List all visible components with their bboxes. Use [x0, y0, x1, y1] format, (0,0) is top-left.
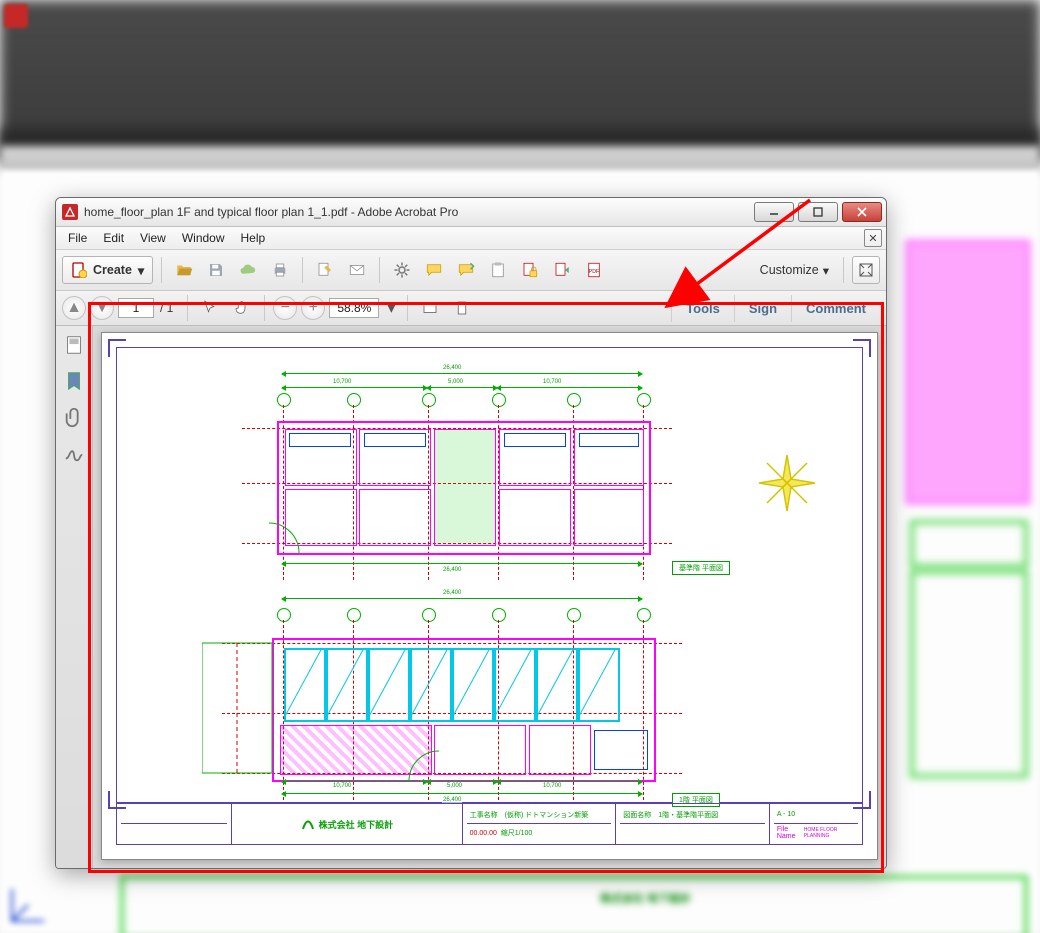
dim	[282, 793, 642, 794]
share-icon[interactable]	[452, 256, 480, 284]
page-total: / 1	[158, 301, 179, 315]
grid-bubble	[422, 393, 436, 407]
customize-label: Customize	[760, 263, 819, 277]
chevron-down-icon: ▾	[138, 263, 144, 278]
grid-bubble	[567, 608, 581, 622]
menu-file[interactable]: File	[60, 229, 95, 247]
close-document-button[interactable]: ✕	[864, 229, 882, 247]
export-pdf-icon[interactable]	[548, 256, 576, 284]
grid-bubble	[277, 393, 291, 407]
fit-width-button[interactable]	[416, 294, 444, 322]
lock-pdf-icon[interactable]	[516, 256, 544, 284]
comment-pane[interactable]: Comment	[791, 295, 880, 322]
dim-text: 5,000	[447, 379, 464, 385]
titleblock-company: 株式会社 地下設計	[232, 804, 462, 844]
dim	[497, 387, 642, 388]
titleblock: 株式会社 地下設計 工事名称 (仮称) ドトマンション新築 00.00.00 縮…	[116, 803, 863, 845]
window-title: home_floor_plan 1F and typical floor pla…	[84, 205, 744, 219]
dim	[282, 598, 642, 599]
dim-overall	[282, 373, 642, 374]
zoom-dropdown[interactable]: ▾	[383, 298, 399, 318]
dim-text: 26,400	[442, 590, 462, 596]
grid-bubble	[422, 608, 436, 622]
pdf-page[interactable]: 26,400 10,700 5,000 10,700	[101, 332, 878, 860]
page-down-button[interactable]: ▼	[90, 296, 114, 320]
menubar: File Edit View Window Help ✕	[56, 227, 886, 250]
parking-hatch	[284, 648, 616, 718]
create-button[interactable]: Create ▾	[62, 256, 153, 284]
dim-text: 26,400	[442, 567, 462, 573]
menu-window[interactable]: Window	[174, 229, 233, 247]
zoom-input[interactable]	[329, 298, 379, 318]
grid-bubble	[492, 393, 506, 407]
grid-bubble	[567, 393, 581, 407]
tools-pane[interactable]: Tools	[671, 295, 734, 322]
titlebar[interactable]: home_floor_plan 1F and typical floor pla…	[56, 198, 886, 227]
dim-text: 10,700	[332, 379, 352, 385]
create-label: Create	[93, 263, 132, 277]
email-button[interactable]	[343, 256, 371, 284]
north-arrow	[757, 453, 817, 513]
dim-text: 10,700	[542, 379, 562, 385]
page-number-input[interactable]	[118, 298, 154, 318]
comment-icon[interactable]	[420, 256, 448, 284]
bookmarks-icon[interactable]	[63, 370, 85, 392]
minimize-button[interactable]	[754, 202, 794, 222]
save-button[interactable]	[202, 256, 230, 284]
door-swing	[264, 518, 304, 558]
plan-title: 基準階 平面図	[672, 561, 730, 575]
open-button[interactable]	[170, 256, 198, 284]
autocad-app-icon	[4, 4, 28, 28]
gear-icon[interactable]	[388, 256, 416, 284]
menu-view[interactable]: View	[132, 229, 174, 247]
thumbnails-icon[interactable]	[63, 334, 85, 356]
sign-pane[interactable]: Sign	[734, 295, 791, 322]
cloud-button[interactable]	[234, 256, 262, 284]
signatures-icon[interactable]	[63, 442, 85, 464]
dim-text: 26,400	[442, 365, 462, 371]
print-button[interactable]	[266, 256, 294, 284]
grid-bubble	[347, 393, 361, 407]
first-floor-plan	[272, 638, 656, 782]
svg-text:PDF: PDF	[589, 269, 600, 275]
customize-menu[interactable]: Customize ▾	[754, 263, 835, 278]
zoom-in-button[interactable]: +	[301, 296, 325, 320]
page-up-button[interactable]: ▲	[62, 296, 86, 320]
grid-bubble	[347, 608, 361, 622]
main-toolbar: Create ▾ PDF Customize ▾	[56, 250, 886, 291]
close-button[interactable]	[842, 202, 882, 222]
acrobat-window: home_floor_plan 1F and typical floor pla…	[55, 197, 887, 869]
task-panes: Tools Sign Comment	[671, 295, 880, 322]
edit-icon[interactable]	[311, 256, 339, 284]
dim	[282, 563, 642, 564]
clipboard-icon[interactable]	[484, 256, 512, 284]
acrobat-app-icon	[62, 204, 78, 220]
hand-tool[interactable]	[228, 294, 256, 322]
pdf-icon[interactable]: PDF	[580, 256, 608, 284]
driveway	[202, 633, 282, 783]
read-mode-button[interactable]	[852, 256, 880, 284]
dim	[427, 387, 497, 388]
grid-bubble	[637, 393, 651, 407]
upper-floor-plan	[277, 421, 651, 555]
secondary-toolbar: ▲ ▼ / 1 − + ▾ Tools Sign Comment	[56, 291, 886, 326]
navigation-pane	[56, 326, 93, 868]
zoom-out-button[interactable]: −	[273, 296, 297, 320]
attachments-icon[interactable]	[63, 406, 85, 428]
grid-bubble	[492, 608, 506, 622]
maximize-button[interactable]	[798, 202, 838, 222]
fit-page-button[interactable]	[448, 294, 476, 322]
menu-help[interactable]: Help	[233, 229, 274, 247]
menu-edit[interactable]: Edit	[95, 229, 132, 247]
select-tool[interactable]	[196, 294, 224, 322]
ucs-icon	[6, 879, 54, 927]
grid-bubble	[277, 608, 291, 622]
background-titleblock-text: 株式会社 地下設計	[600, 890, 691, 906]
dim	[282, 387, 427, 388]
grid-bubble	[637, 608, 651, 622]
chevron-down-icon: ▾	[823, 263, 829, 278]
